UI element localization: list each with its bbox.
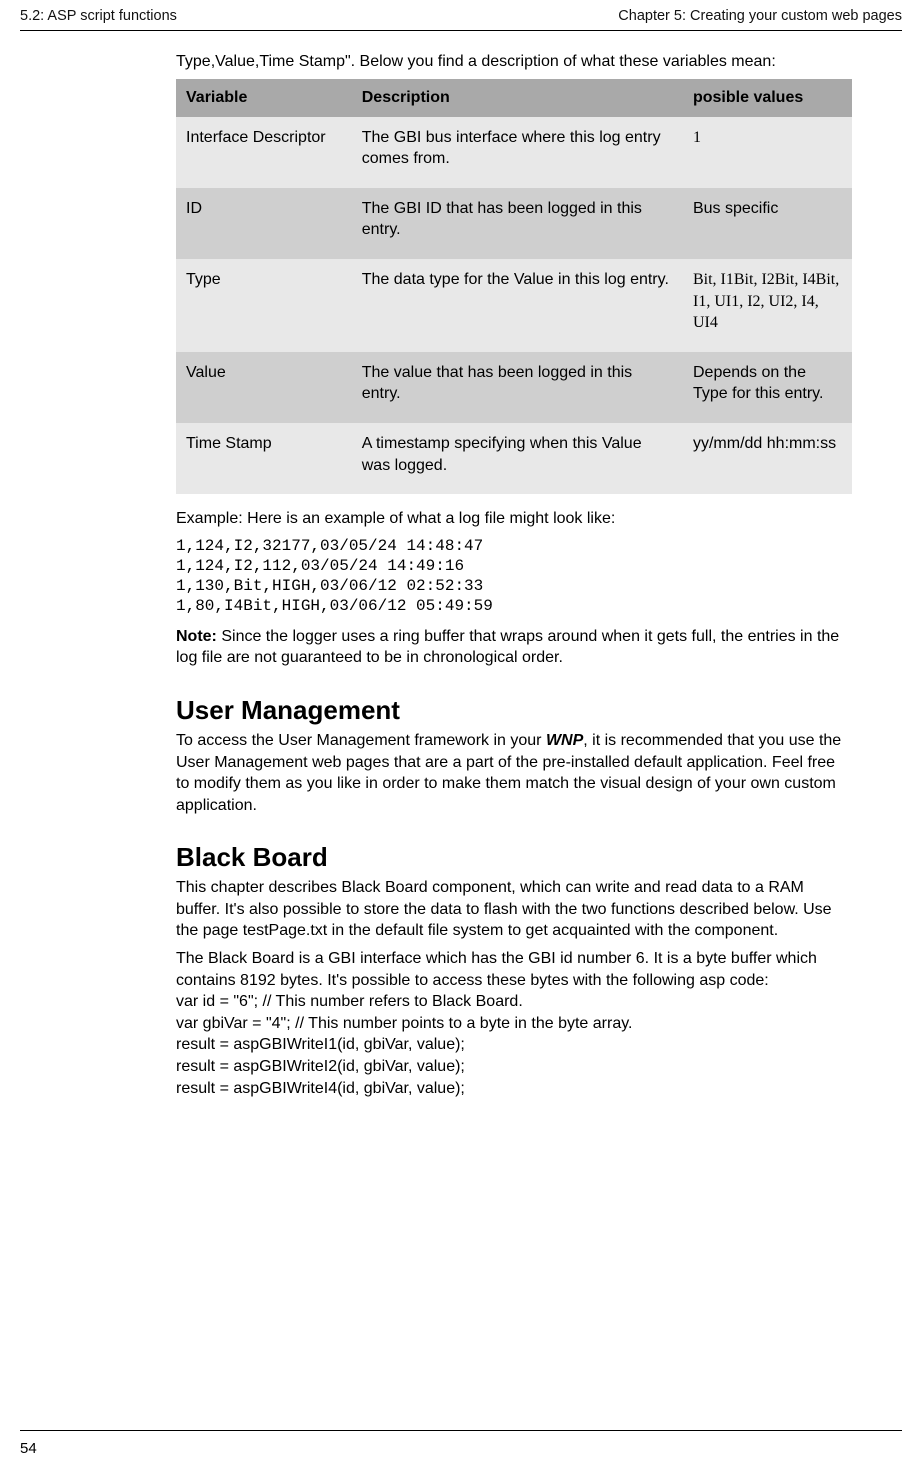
cell-description: The GBI bus interface where this log ent… xyxy=(352,117,683,188)
black-board-code-intro: The Black Board is a GBI interface which… xyxy=(176,948,852,1099)
bb-code-line: var id = "6"; // This number refers to B… xyxy=(176,993,523,1010)
header-chapter: Chapter 5: Creating your custom web page… xyxy=(618,8,902,24)
bb-code-line: var gbiVar = "4"; // This number points … xyxy=(176,1015,632,1032)
cell-variable: Value xyxy=(176,352,352,423)
cell-variable: ID xyxy=(176,188,352,259)
note-text: Since the logger uses a ring buffer that… xyxy=(176,628,839,667)
cell-values: Bus specific xyxy=(683,188,852,259)
note-label: Note: xyxy=(176,628,217,645)
intro-paragraph: Type,Value,Time Stamp". Below you find a… xyxy=(176,51,852,73)
header-section: 5.2: ASP script functions xyxy=(20,8,177,24)
cell-description: The data type for the Value in this log … xyxy=(352,259,683,352)
cell-values: 1 xyxy=(683,117,852,188)
bb-p2: The Black Board is a GBI interface which… xyxy=(176,950,817,989)
example-label: Example: Here is an example of what a lo… xyxy=(176,508,852,530)
note-paragraph: Note: Since the logger uses a ring buffe… xyxy=(176,626,852,669)
col-possible-values: posible values xyxy=(683,79,852,117)
table-row: Time Stamp A timestamp specifying when t… xyxy=(176,423,852,494)
bb-code-line: result = aspGBIWriteI4(id, gbiVar, value… xyxy=(176,1080,465,1097)
cell-values: Depends on the Type for this entry. xyxy=(683,352,852,423)
table-row: Value The value that has been logged in … xyxy=(176,352,852,423)
cell-description: The value that has been logged in this e… xyxy=(352,352,683,423)
table-header-row: Variable Description posible values xyxy=(176,79,852,117)
um-text-a: To access the User Management framework … xyxy=(176,732,546,749)
um-wnp: WNP xyxy=(546,732,583,749)
user-management-paragraph: To access the User Management framework … xyxy=(176,730,852,816)
cell-variable: Interface Descriptor xyxy=(176,117,352,188)
page-header: 5.2: ASP script functions Chapter 5: Cre… xyxy=(0,0,922,30)
table-row: ID The GBI ID that has been logged in th… xyxy=(176,188,852,259)
black-board-heading: Black Board xyxy=(176,842,852,873)
cell-description: The GBI ID that has been logged in this … xyxy=(352,188,683,259)
cell-values: Bit, I1Bit, I2Bit, I4Bit, I1, UI1, I2, U… xyxy=(683,259,852,352)
col-description: Description xyxy=(352,79,683,117)
cell-variable: Time Stamp xyxy=(176,423,352,494)
table-row: Type The data type for the Value in this… xyxy=(176,259,852,352)
cell-values: yy/mm/dd hh:mm:ss xyxy=(683,423,852,494)
user-management-heading: User Management xyxy=(176,695,852,726)
footer-rule xyxy=(20,1430,902,1431)
col-variable: Variable xyxy=(176,79,352,117)
header-rule xyxy=(20,30,902,31)
page-content: Type,Value,Time Stamp". Below you find a… xyxy=(0,51,922,1099)
bb-code-line: result = aspGBIWriteI1(id, gbiVar, value… xyxy=(176,1036,465,1053)
example-code-block: 1,124,I2,32177,03/05/24 14:48:47 1,124,I… xyxy=(176,536,852,616)
black-board-intro: This chapter describes Black Board compo… xyxy=(176,877,852,942)
bb-code-line: result = aspGBIWriteI2(id, gbiVar, value… xyxy=(176,1058,465,1075)
table-row: Interface Descriptor The GBI bus interfa… xyxy=(176,117,852,188)
cell-description: A timestamp specifying when this Value w… xyxy=(352,423,683,494)
variables-table: Variable Description posible values Inte… xyxy=(176,79,852,495)
page-number: 54 xyxy=(20,1440,37,1457)
cell-variable: Type xyxy=(176,259,352,352)
